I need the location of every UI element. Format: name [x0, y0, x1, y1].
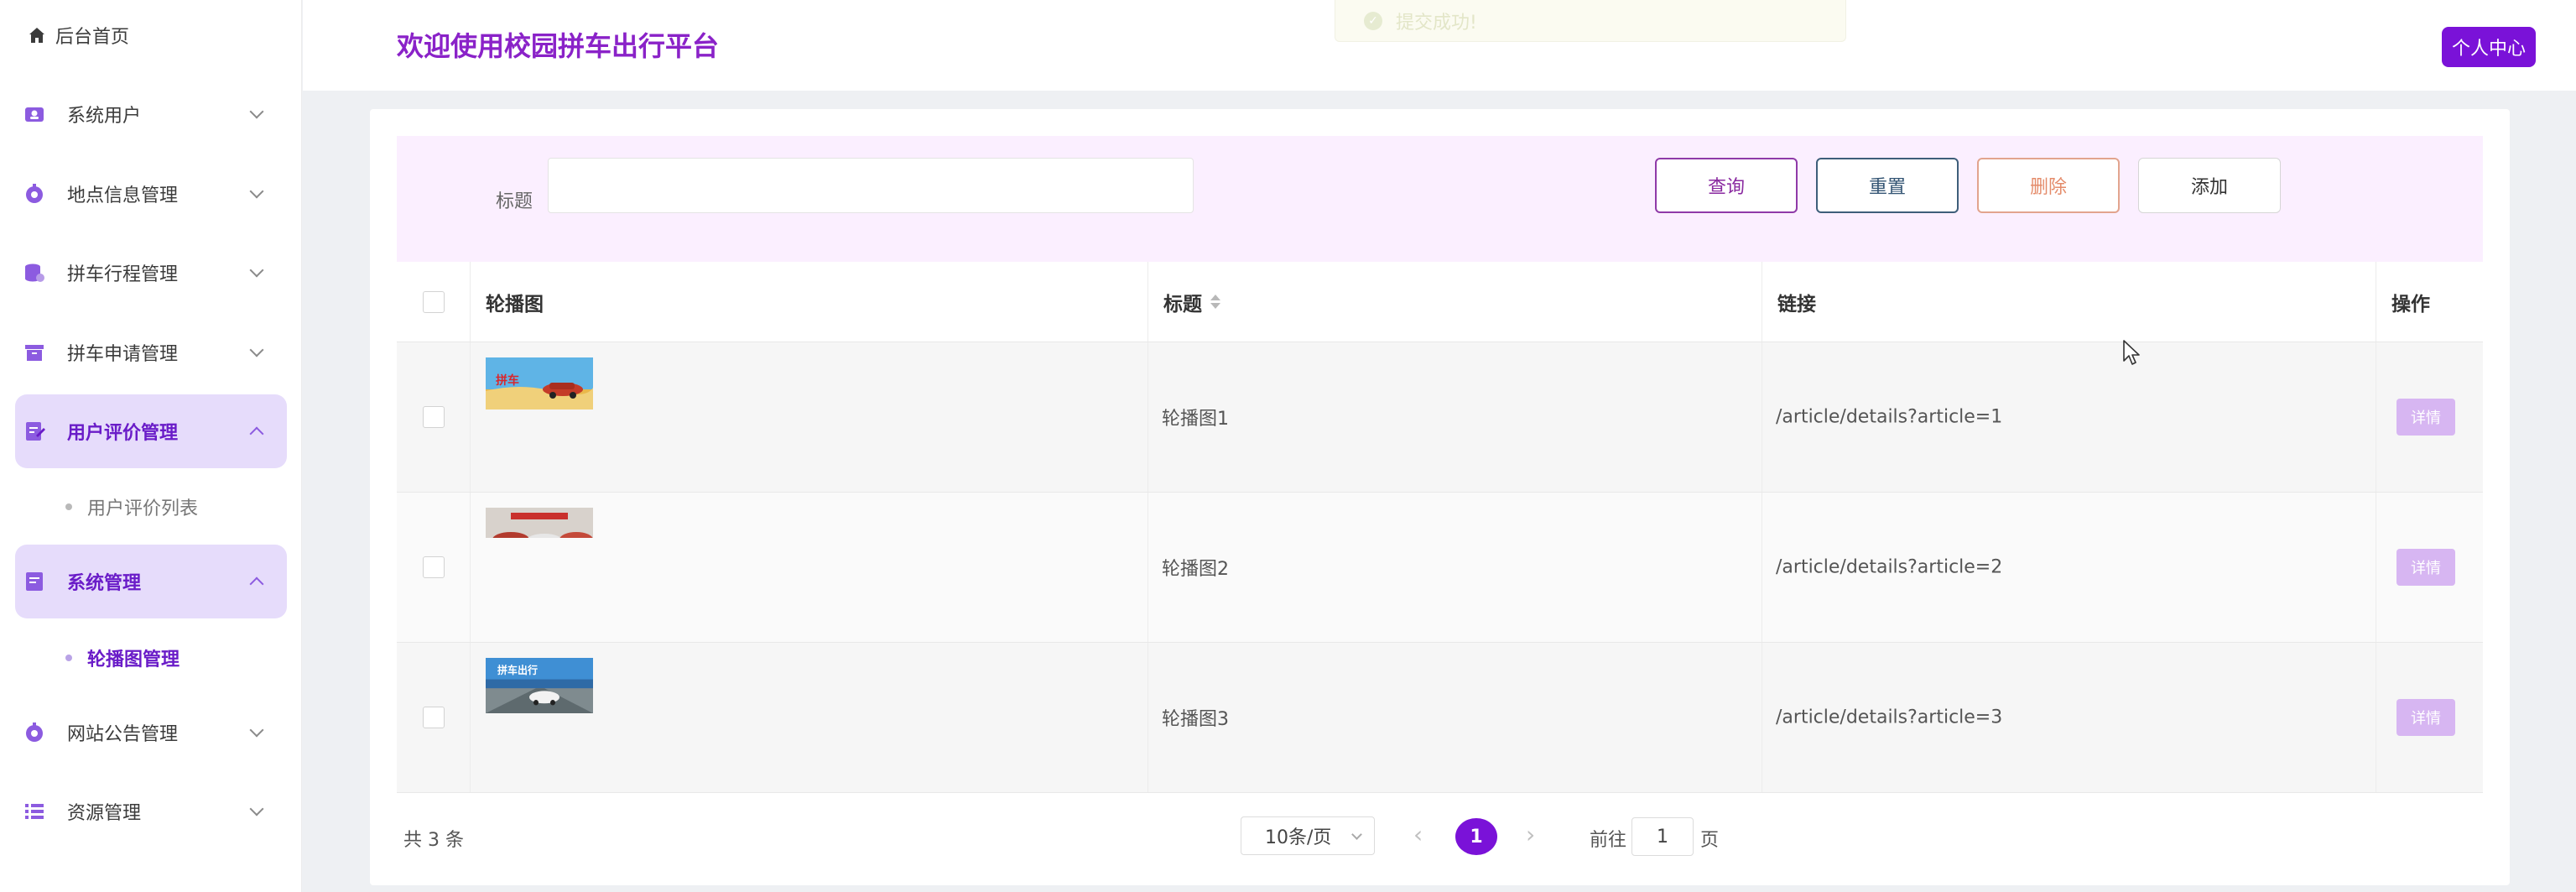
row-title: 轮播图3 [1162, 709, 1229, 730]
archive-icon [23, 342, 45, 363]
chevron-down-icon [249, 104, 264, 119]
carousel-thumbnail[interactable]: 拼车 [486, 357, 593, 409]
chevron-down-icon [249, 801, 264, 816]
sidebar-item-label: 拼车行程管理 [67, 264, 179, 285]
announcement-icon [23, 722, 45, 743]
column-header-image: 轮播图 [471, 262, 1148, 342]
top-bar: 欢迎使用校园拼车出行平台 ✓ 提交成功! 个人中心 [303, 0, 2576, 91]
chevron-up-icon [249, 576, 264, 592]
goto-page-input[interactable]: 1 [1631, 817, 1694, 856]
sidebar-item-label: 网站公告管理 [67, 724, 179, 745]
detail-button[interactable]: 详情 [2396, 699, 2455, 736]
review-icon [23, 420, 45, 442]
user-card-icon [23, 103, 45, 125]
detail-button[interactable]: 详情 [2396, 399, 2455, 436]
chevron-up-icon [249, 426, 264, 441]
row-title: 轮播图2 [1162, 559, 1229, 580]
sidebar-subitem-label: 用户评价列表 [87, 498, 199, 519]
prev-page-icon[interactable]: ‹ [1413, 821, 1423, 848]
filter-bar: 标题 查询 重置 删除 添加 [397, 136, 2483, 262]
row-link: /article/details?article=2 [1776, 556, 2003, 578]
row-link: /article/details?article=1 [1776, 406, 2003, 428]
table-header: 轮播图 标题 链接 操作 [397, 262, 2483, 342]
row-checkbox[interactable] [423, 556, 445, 578]
chevron-down-icon [249, 722, 264, 738]
toast-message: 提交成功! [1396, 12, 1477, 34]
column-header-title[interactable]: 标题 [1148, 262, 1762, 342]
title-filter-input[interactable] [548, 158, 1194, 213]
page-title: 欢迎使用校园拼车出行平台 [397, 30, 720, 62]
sidebar-subitem-carousel[interactable]: 轮播图管理 [65, 641, 180, 675]
carousel-thumbnail[interactable] [486, 508, 593, 538]
sidebar-item-label: 地点信息管理 [67, 185, 179, 206]
goto-suffix: 页 [1700, 830, 1720, 851]
add-button[interactable]: 添加 [2138, 158, 2281, 213]
sidebar-subitem-label: 轮播图管理 [87, 649, 180, 670]
home-icon [29, 28, 44, 43]
row-link: /article/details?article=3 [1776, 707, 2003, 728]
bullet-icon [65, 503, 72, 510]
detail-button[interactable]: 详情 [2396, 549, 2455, 586]
select-all-checkbox[interactable] [422, 290, 445, 313]
carousel-thumbnail[interactable]: 拼车出行 [486, 658, 593, 713]
delete-button[interactable]: 删除 [1977, 158, 2120, 213]
sidebar-item-system-users[interactable]: 系统用户 [15, 77, 287, 151]
table-row: 拼车 轮播图1 /article/details?article=1 详情 [397, 342, 2483, 493]
sidebar-item-location[interactable]: 地点信息管理 [15, 157, 287, 231]
list-icon [23, 801, 45, 822]
check-circle-icon: ✓ [1364, 11, 1382, 30]
sidebar-item-resources[interactable]: 资源管理 [15, 775, 287, 848]
sidebar-item-system-management[interactable]: 系统管理 [15, 545, 287, 618]
column-header-actions: 操作 [2391, 293, 2430, 316]
chevron-down-icon [249, 184, 264, 199]
column-header-title-label: 标题 [1163, 293, 1202, 316]
sidebar-item-label: 拼车申请管理 [67, 344, 179, 365]
column-header-link: 链接 [1762, 262, 2376, 342]
bullet-icon [65, 655, 72, 661]
row-checkbox[interactable] [423, 707, 445, 728]
sidebar-item-label: 用户评价管理 [67, 423, 179, 444]
sidebar-item-label: 资源管理 [67, 803, 142, 824]
page-size-value: 10条/页 [1265, 827, 1332, 848]
pagination-total: 共 3 条 [403, 830, 464, 851]
sidebar-item-label: 系统用户 [67, 106, 142, 127]
svg-text:拼车出行: 拼车出行 [497, 664, 539, 676]
goto-label: 前往 [1590, 830, 1627, 851]
sidebar-item-label: 系统管理 [67, 573, 142, 594]
table-row: 轮播图2 /article/details?article=2 详情 [397, 493, 2483, 643]
chevron-down-icon [249, 342, 264, 357]
location-icon [23, 183, 45, 205]
sort-icon[interactable] [1210, 295, 1220, 309]
sidebar-subitem-review-list[interactable]: 用户评价列表 [65, 490, 198, 524]
sidebar: 后台首页 系统用户 地点信息管理 拼车行程管理 拼车申请管理 用户评价管理 用户… [0, 0, 302, 892]
chevron-down-icon [249, 263, 264, 278]
query-button[interactable]: 查询 [1655, 158, 1798, 213]
page-size-select[interactable]: 10条/页 [1241, 816, 1375, 855]
main-panel: 标题 查询 重置 删除 添加 轮播图 标题 链接 操作 拼车 轮播图1 /art… [370, 109, 2510, 885]
row-title: 轮播图1 [1162, 409, 1229, 430]
select-all-cell [397, 262, 471, 342]
row-checkbox[interactable] [423, 406, 445, 428]
sidebar-item-reviews[interactable]: 用户评价管理 [15, 394, 287, 468]
document-icon [23, 571, 45, 592]
mouse-cursor-icon [2123, 340, 2140, 365]
chevron-down-icon [1351, 829, 1362, 840]
home-label: 后台首页 [55, 27, 130, 48]
page-number-current[interactable]: 1 [1455, 818, 1497, 855]
sidebar-item-trips[interactable]: 拼车行程管理 [15, 236, 287, 310]
success-toast: ✓ 提交成功! [1335, 0, 1846, 42]
next-page-icon[interactable]: › [1526, 821, 1535, 848]
sidebar-item-applications[interactable]: 拼车申请管理 [15, 316, 287, 389]
reset-button[interactable]: 重置 [1816, 158, 1959, 213]
title-filter-label: 标题 [496, 191, 533, 212]
sidebar-item-announcements[interactable]: 网站公告管理 [15, 696, 287, 769]
home-link[interactable]: 后台首页 [27, 20, 129, 50]
personal-center-button[interactable]: 个人中心 [2441, 27, 2536, 67]
svg-text:拼车: 拼车 [496, 373, 519, 388]
database-icon [23, 262, 45, 284]
carousel-table: 轮播图 标题 链接 操作 拼车 轮播图1 /article/details?ar… [397, 262, 2483, 793]
table-row: 拼车出行 轮播图3 /article/details?article=3 详情 [397, 643, 2483, 793]
